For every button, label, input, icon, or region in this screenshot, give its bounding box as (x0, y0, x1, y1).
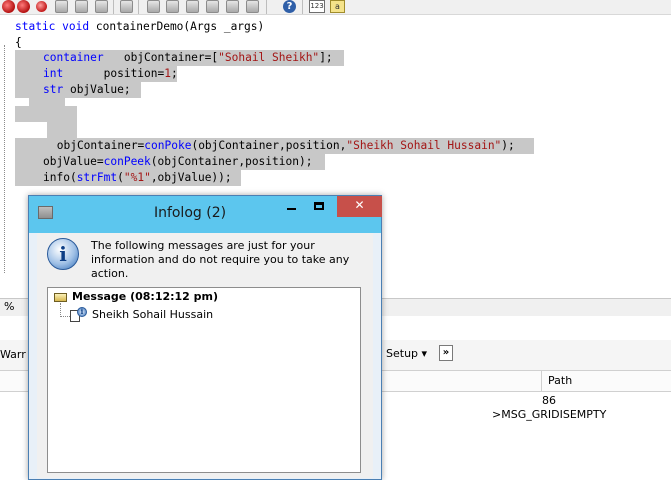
column-divider[interactable] (541, 371, 542, 391)
info-small-icon: i (77, 307, 87, 317)
uncomment-icon[interactable] (246, 0, 259, 13)
help-icon[interactable]: ? (283, 0, 296, 13)
column-header-path[interactable]: Path (548, 374, 572, 387)
maximize-button[interactable] (307, 196, 332, 217)
minimize-icon (287, 208, 296, 210)
paste-icon[interactable] (166, 0, 179, 13)
stop-icon[interactable] (2, 0, 15, 13)
close-button[interactable]: ✕ (337, 196, 382, 217)
grid-cell-path: >MSG_GRIDISEMPTY (492, 408, 607, 421)
grid-cell-line: 86 (542, 394, 556, 407)
tree-header-message[interactable]: Message (08:12:12 pm) (72, 290, 218, 303)
setup-menu[interactable]: Setup ▾ (386, 347, 427, 360)
infolog-dialog: Infolog (2) ✕ i The following messages a… (28, 195, 382, 480)
pin-icon[interactable] (36, 1, 47, 12)
code-line-container: container objContainer=["Sohail Sheikh"]… (15, 50, 344, 66)
cut-icon[interactable] (120, 0, 133, 13)
tab-warnings[interactable]: Warr (0, 348, 26, 361)
infolog-message: The following messages are just for your… (91, 239, 350, 280)
tree-line (60, 316, 70, 317)
maximize-icon (314, 202, 324, 210)
replace-icon[interactable] (95, 0, 108, 13)
selection-blank (15, 106, 77, 122)
message-envelope-icon (54, 293, 67, 302)
selection-blank (47, 122, 77, 138)
code-line-str: str objValue; (15, 82, 141, 98)
code-line-conpeek: objValue=conPeek(objContainer,position); (15, 154, 325, 170)
comment-icon[interactable] (226, 0, 239, 13)
code-line-signature: static void containerDemo(Args _args) (15, 20, 265, 33)
text-format-icon[interactable]: a (330, 0, 345, 13)
minimize-button[interactable] (279, 196, 304, 217)
tree-item-message[interactable]: Sheikh Sohail Hussain (92, 308, 213, 321)
save-icon[interactable] (55, 0, 68, 13)
line-number-icon[interactable]: 123 (309, 0, 325, 13)
infolog-titlebar[interactable]: Infolog (2) ✕ (29, 196, 382, 233)
undo-icon[interactable] (186, 0, 199, 13)
toolbar-separator (138, 0, 139, 14)
toolbar-separator (266, 0, 267, 14)
copy-icon[interactable] (147, 0, 160, 13)
zoom-indicator: % (4, 300, 15, 313)
code-line-conpoke: objContainer=conPoke(objContainer,positi… (15, 138, 534, 154)
information-icon: i (47, 238, 79, 270)
tree-line (60, 303, 61, 317)
editor-toolbar: ? 123 a (0, 0, 671, 15)
redo-icon[interactable] (206, 0, 219, 13)
find-icon[interactable] (75, 0, 88, 13)
infolog-body: i The following messages are just for yo… (37, 233, 373, 478)
brace-guide (4, 45, 5, 273)
toolbar-separator (113, 0, 114, 14)
breakpoint-icon[interactable] (17, 0, 30, 13)
toolbar-separator (302, 0, 303, 14)
close-icon: ✕ (354, 198, 365, 212)
code-line-info: info(strFmt("%1",objValue)); (15, 170, 241, 186)
infolog-message-tree[interactable]: Message (08:12:12 pm) i Sheikh Sohail Hu… (47, 287, 361, 473)
code-line-int: int position=1; (15, 66, 178, 82)
more-button[interactable]: » (439, 345, 453, 361)
code-line-open-brace: { (15, 36, 22, 49)
